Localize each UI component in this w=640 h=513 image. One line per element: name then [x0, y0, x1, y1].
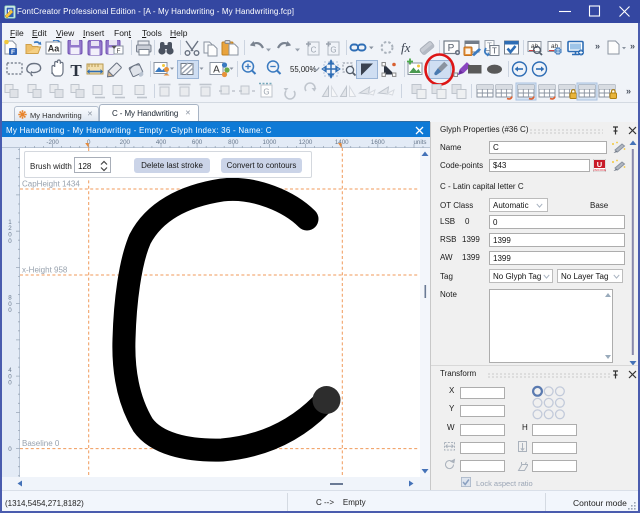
svg-text:F: F: [11, 49, 15, 56]
svg-text:800: 800: [228, 139, 239, 146]
svg-text:1000: 1000: [263, 139, 277, 146]
svg-text:A: A: [213, 65, 220, 76]
svg-text:1200: 1200: [299, 139, 313, 146]
svg-text:600: 600: [192, 139, 203, 146]
svg-text:0: 0: [8, 238, 12, 245]
svg-text:»: »: [630, 41, 635, 51]
svg-text:C: C: [311, 46, 317, 55]
svg-text:x-Height 958: x-Height 958: [22, 266, 68, 275]
svg-text:0: 0: [8, 307, 12, 314]
svg-text:Baseline 0: Baseline 0: [22, 439, 60, 448]
svg-text:CapHeight 1434: CapHeight 1434: [22, 180, 80, 189]
svg-text:units: units: [413, 139, 426, 146]
svg-text:1400: 1400: [335, 139, 349, 146]
svg-text:400: 400: [156, 139, 167, 146]
svg-text:200: 200: [120, 139, 131, 146]
svg-text:»: »: [626, 86, 631, 96]
svg-text:T: T: [492, 47, 497, 56]
svg-text:T: T: [70, 61, 82, 80]
svg-text:F: F: [117, 48, 121, 55]
svg-text:G: G: [330, 46, 336, 55]
svg-text:fx: fx: [401, 40, 411, 55]
svg-text:»: »: [595, 41, 600, 51]
svg-text:Aa: Aa: [48, 44, 60, 54]
svg-text:-200: -200: [46, 139, 59, 146]
svg-text:UNICODE: UNICODE: [593, 168, 606, 172]
svg-text:G: G: [263, 88, 269, 97]
svg-text:0: 0: [8, 446, 12, 453]
svg-text:1600: 1600: [371, 139, 385, 146]
svg-text:55,00%: 55,00%: [290, 65, 317, 74]
svg-text:0: 0: [8, 380, 12, 387]
svg-text:P: P: [448, 43, 455, 54]
